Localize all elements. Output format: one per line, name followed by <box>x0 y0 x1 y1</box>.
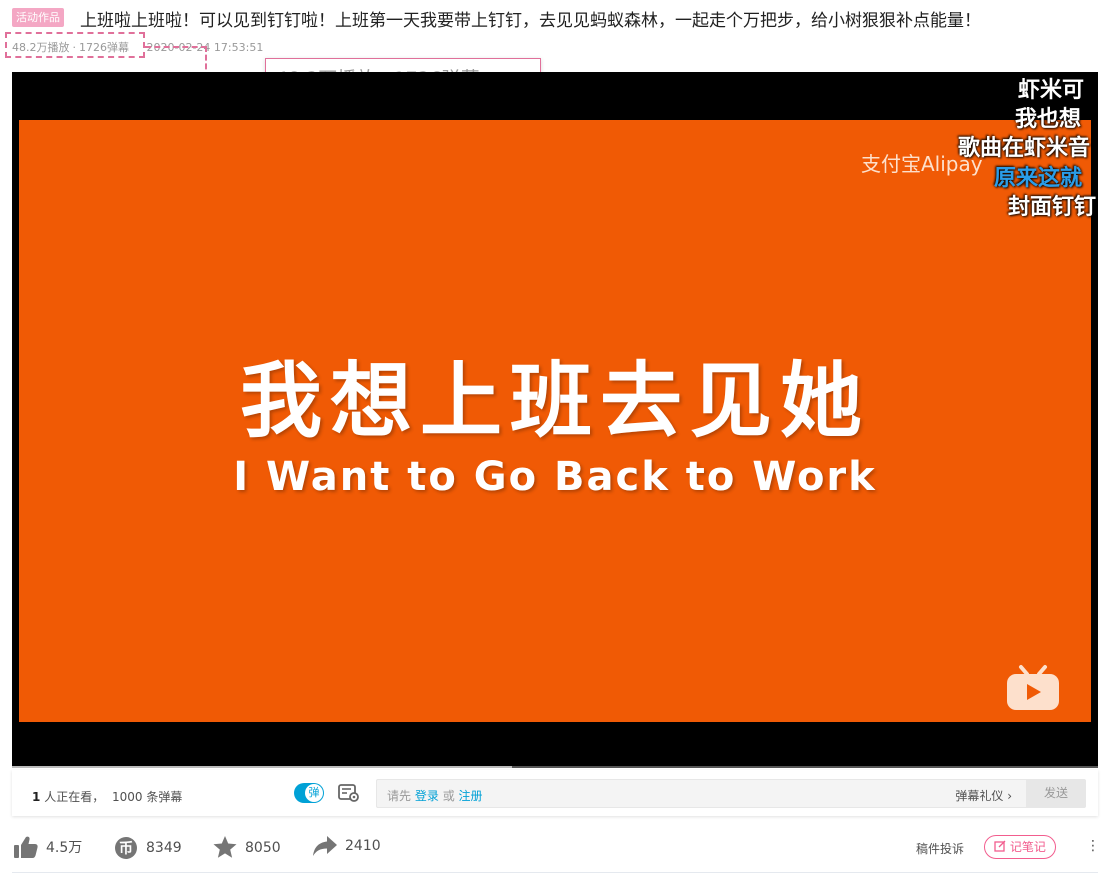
favorite-button[interactable]: 8050 <box>213 836 281 860</box>
video-sub-text: I Want to Go Back to Work <box>233 454 877 500</box>
login-link[interactable]: 登录 <box>415 789 439 803</box>
highlight-box <box>5 32 145 58</box>
star-icon <box>213 836 237 858</box>
progress-fill <box>12 766 512 768</box>
favorite-count: 8050 <box>245 839 281 856</box>
share-arrow-icon <box>313 836 337 856</box>
danmaku-etiquette-link[interactable]: 弹幕礼仪 › <box>955 787 1012 804</box>
share-count: 2410 <box>345 838 381 854</box>
danmaku-input[interactable]: 请先 登录 或 注册 弹幕礼仪 › <box>376 779 1027 808</box>
danmaku-item: 我也想 <box>1015 107 1082 132</box>
like-count: 4.5万 <box>46 840 83 856</box>
take-note-label: 记笔记 <box>1009 840 1046 854</box>
danmaku-toggle[interactable]: 弹 <box>294 783 324 803</box>
danmaku-total: 1000 <box>112 790 143 804</box>
video-main-text: 我想上班去见她 <box>239 354 870 449</box>
viewer-info: 1 人正在看， 1000 条弹幕 <box>32 788 182 805</box>
progress-bar[interactable] <box>12 766 1098 768</box>
activity-badge[interactable]: 活动作品 <box>12 8 64 27</box>
divider <box>12 872 1098 873</box>
danmaku-settings-icon[interactable] <box>338 784 360 802</box>
coin-count: 8349 <box>146 840 182 856</box>
share-button[interactable]: 2410 <box>313 836 381 860</box>
coin-icon: 币 <box>115 837 137 859</box>
danmaku-toggle-knob: 弹 <box>305 784 323 802</box>
send-button[interactable]: 发送 <box>1026 779 1086 808</box>
danmaku-send-bar: 1 人正在看， 1000 条弹幕 弹 请先 登录 或 注册 弹幕礼仪 › 发送 <box>12 770 1098 816</box>
more-options-icon[interactable]: ⋮ <box>1086 838 1100 854</box>
bilibili-tv-icon <box>1007 665 1059 710</box>
note-edit-icon <box>994 840 1006 852</box>
coin-button[interactable]: 币 8349 <box>114 836 182 860</box>
svg-text:币: 币 <box>119 841 133 857</box>
like-button[interactable]: 4.5万 <box>14 836 82 860</box>
video-player[interactable]: 支付宝Alipay 我想上班去见她 I Want to Go Back to W… <box>12 72 1098 768</box>
report-link[interactable]: 稿件投诉 <box>916 840 964 857</box>
viewer-count: 1 <box>32 790 41 804</box>
hint-prefix: 请先 <box>387 789 412 803</box>
take-note-button[interactable]: 记笔记 <box>984 835 1056 859</box>
thumbs-up-icon <box>14 836 38 858</box>
viewer-label: 人正在看， <box>44 790 105 804</box>
danmaku-item: 虾米可 <box>1018 78 1085 103</box>
danmaku-item: 歌曲在虾米音 <box>958 136 1091 161</box>
danmaku-item: 原来这就 <box>994 166 1083 191</box>
danmaku-item: 封面钉钉 <box>1008 195 1097 220</box>
danmaku-total-label: 条弹幕 <box>146 790 183 804</box>
hint-or: 或 <box>442 789 455 803</box>
highlight-connector <box>145 46 207 48</box>
register-link[interactable]: 注册 <box>459 789 483 803</box>
video-frame[interactable]: 支付宝Alipay 我想上班去见她 I Want to Go Back to W… <box>19 120 1091 722</box>
login-hint: 请先 登录 或 注册 <box>387 787 483 804</box>
video-title: 上班啦上班啦！可以见到钉钉啦！上班第一天我要带上钉钉，去见见蚂蚁森林，一起走个万… <box>80 11 981 31</box>
